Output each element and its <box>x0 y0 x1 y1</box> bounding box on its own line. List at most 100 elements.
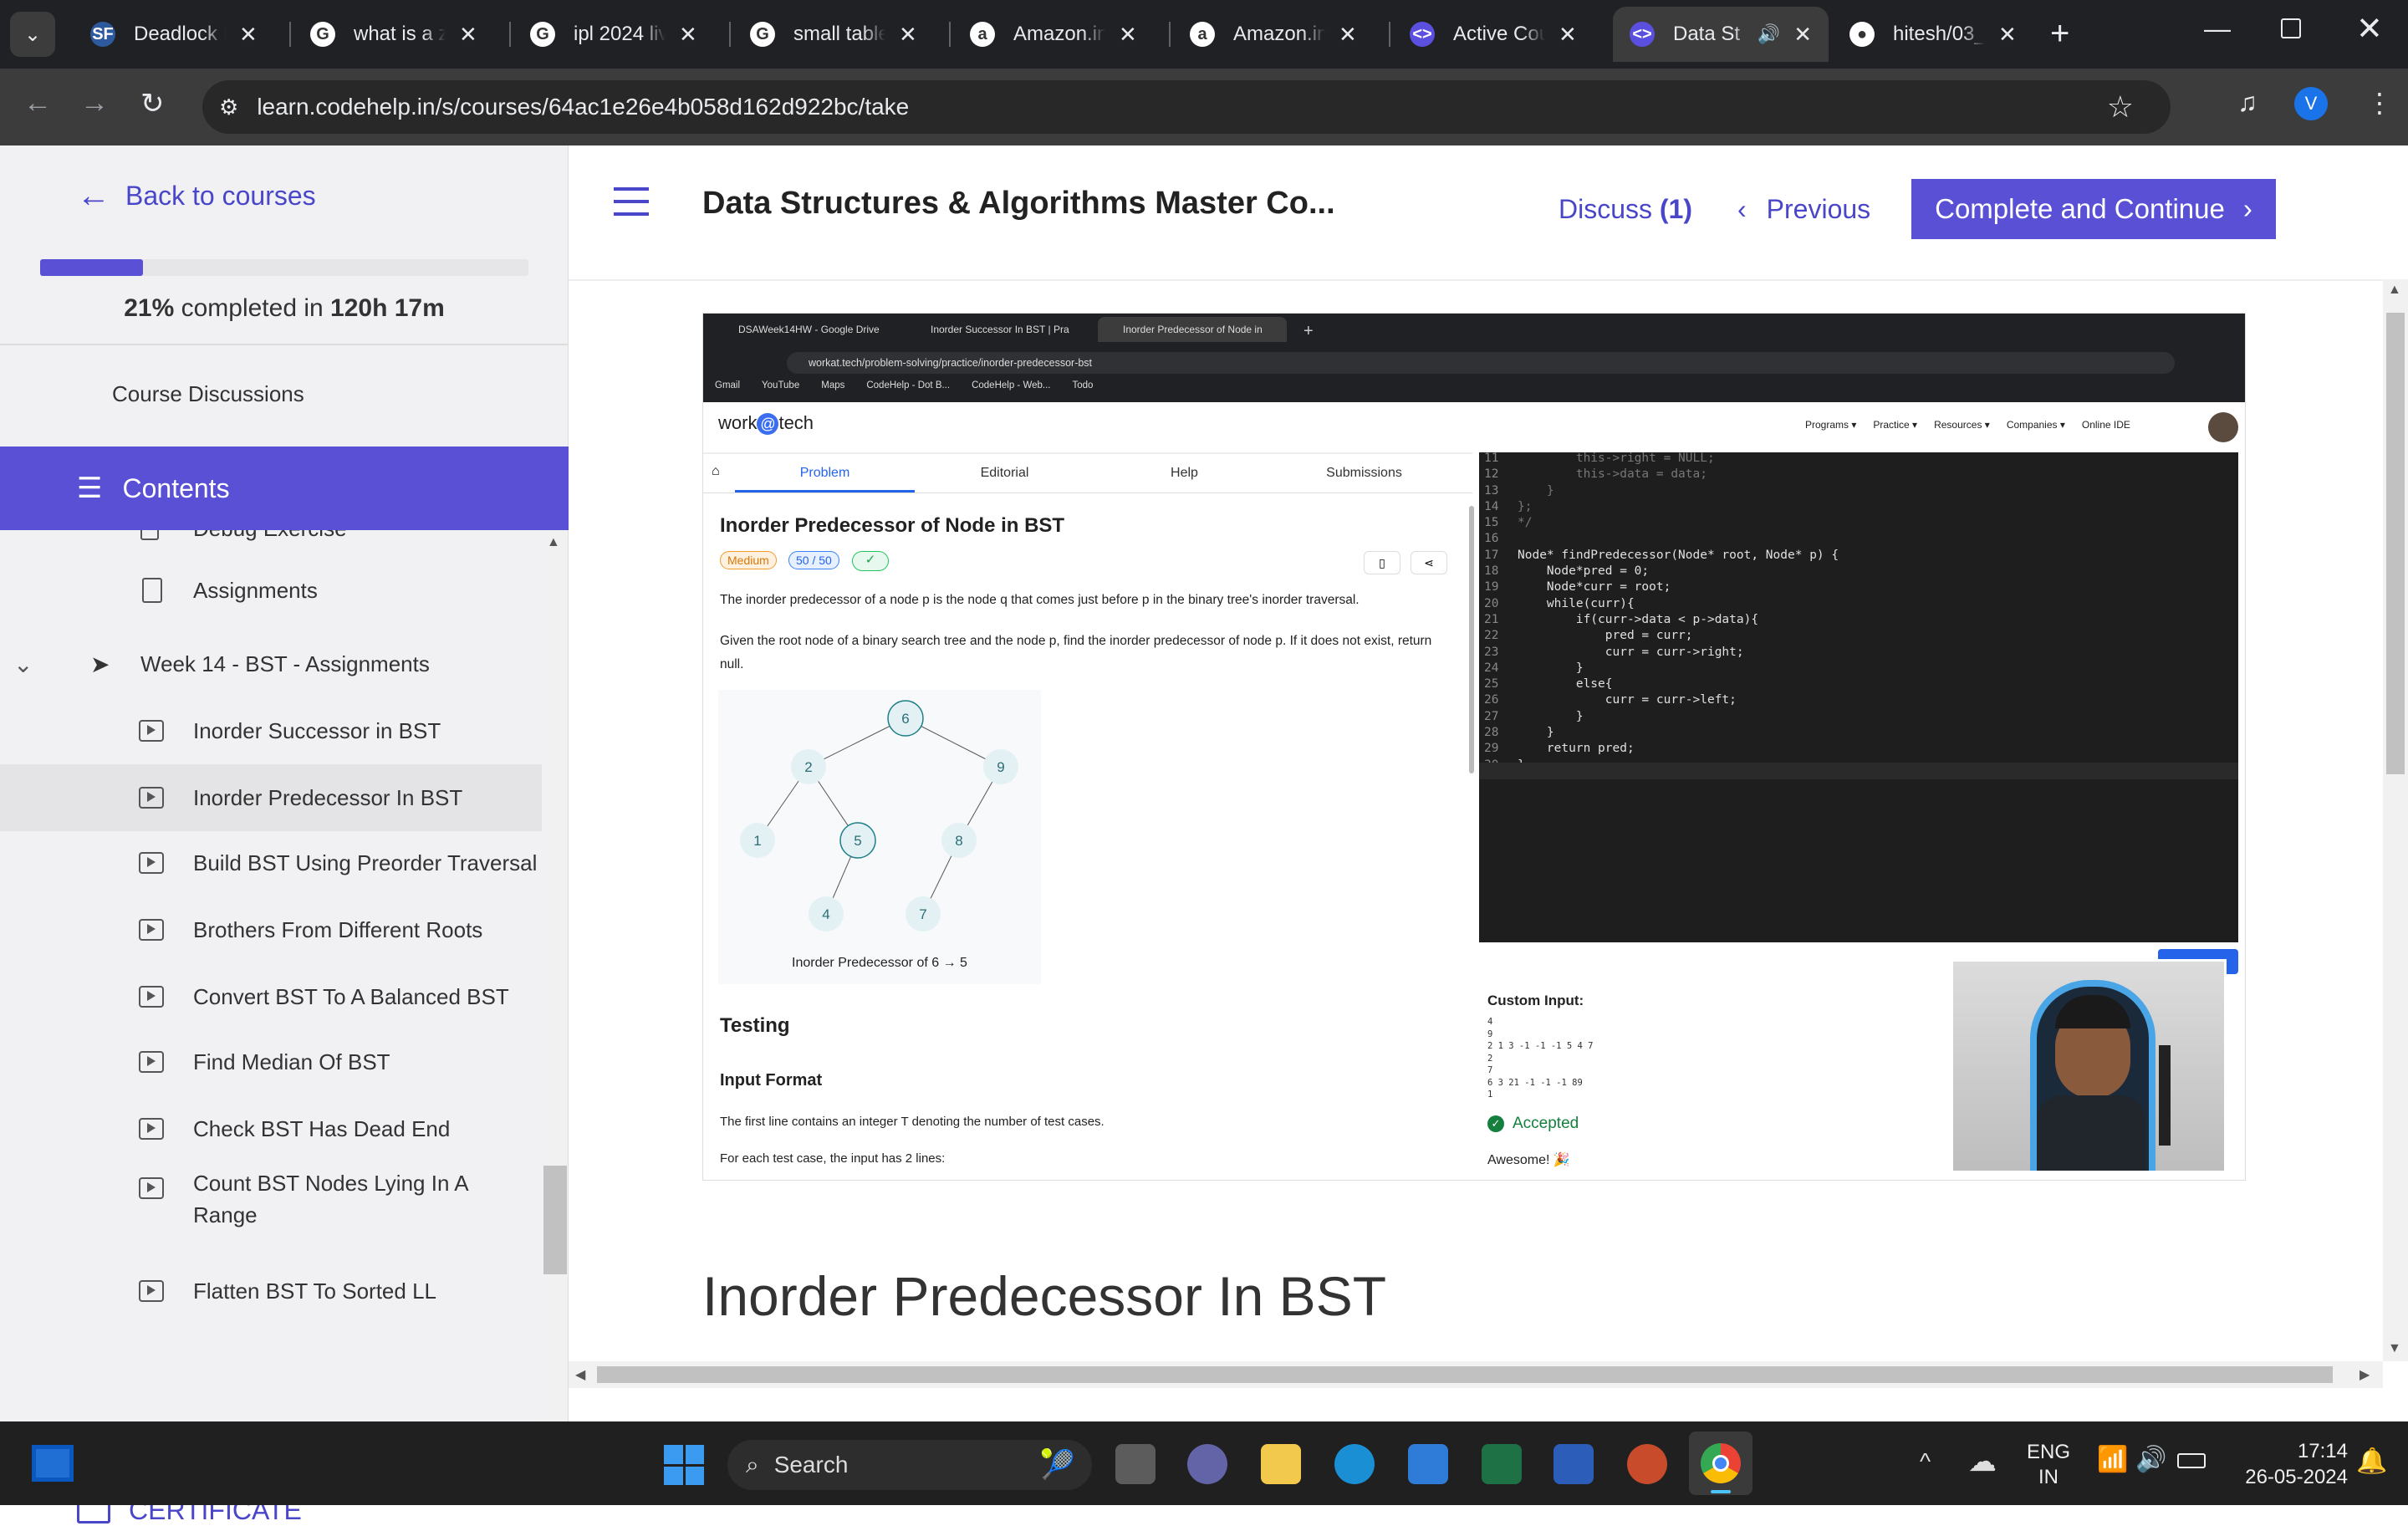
scrollbar-thumb[interactable] <box>2386 313 2405 774</box>
tab-title: what is a zo <box>354 23 446 45</box>
new-tab-button[interactable]: + <box>2050 15 2069 52</box>
close-tab-icon[interactable]: ✕ <box>239 22 258 48</box>
problem-tab: Submissions <box>1326 466 1402 480</box>
start-windows-icon[interactable] <box>664 1445 704 1485</box>
tab-title: Active Cou <box>1453 23 1545 45</box>
hamburger-menu-icon[interactable] <box>614 187 649 216</box>
close-window-button[interactable]: ✕ <box>2356 10 2383 48</box>
back-to-courses-link[interactable]: ← Back to courses <box>77 177 316 215</box>
back-arrow-icon[interactable]: ← <box>23 87 52 120</box>
close-tab-icon[interactable]: ✕ <box>1998 22 2017 48</box>
video-lesson-icon <box>139 986 164 1008</box>
workattech-nav: Programs ▾ Practice ▾ Resources ▾ Companies… <box>1805 419 2130 431</box>
excel-icon[interactable] <box>1482 1444 1522 1484</box>
address-bar[interactable]: ⚙ learn.codehelp.in/s/courses/64ac1e26e4… <box>202 80 2171 134</box>
tab-search-button[interactable]: ⌄ <box>10 12 55 57</box>
site-info-icon[interactable]: ⚙ <box>219 94 238 120</box>
sidebar-lesson-item[interactable]: Find Median Of BST <box>0 1028 542 1095</box>
browser-tab[interactable]: a Amazon.in: ✕ <box>953 7 1169 62</box>
discuss-link[interactable]: Discuss (1) <box>1559 194 1692 225</box>
chevron-right-icon: › <box>2242 193 2252 224</box>
sidebar-lesson-item[interactable]: Inorder Predecessor In BST <box>0 764 542 831</box>
browser-tab[interactable]: a Amazon.in: ✕ <box>1173 7 1389 62</box>
list-item[interactable]: Debug Exercise <box>0 530 542 554</box>
sidebar-lesson-item[interactable]: Flatten BST To Sorted LL <box>0 1258 542 1324</box>
close-tab-icon[interactable]: ✕ <box>679 22 697 48</box>
browser-tab[interactable]: Gipl 2024 liv ✕ <box>513 7 729 62</box>
restore-button[interactable] <box>2281 18 2301 38</box>
language-indicator[interactable]: ENG IN <box>2027 1440 2070 1490</box>
wifi-icon[interactable]: 📶 <box>2097 1445 2128 1474</box>
close-tab-icon[interactable]: ✕ <box>1793 22 1812 48</box>
media-control-icon[interactable]: ♫ <box>2237 87 2258 118</box>
notification-bell-icon[interactable]: 🔔 <box>2356 1447 2387 1476</box>
course-discussions-link[interactable]: Course Discussions <box>112 381 304 407</box>
complete-and-continue-button[interactable]: Complete and Continue › <box>1911 179 2276 239</box>
sidebar-lesson-item[interactable]: Convert BST To A Balanced BST <box>0 963 542 1030</box>
code-line: 18 Node*pred = 0; <box>1484 564 1650 579</box>
clock[interactable]: 17:14 26-05-2024 <box>2222 1438 2348 1490</box>
sidebar-lesson-item[interactable]: Brothers From Different Roots <box>0 896 542 963</box>
sidebar-lesson-item[interactable]: Inorder Successor in BST <box>0 697 542 764</box>
sidebar-item-assignments[interactable]: Assignments <box>0 565 542 615</box>
sidebar-lesson-item[interactable]: Count BST Nodes Lying In A Range <box>0 1162 542 1246</box>
lesson-label: Inorder Predecessor In BST <box>193 784 463 810</box>
lesson-video[interactable]: DSAWeek14HW - Google Drive Inorder Succes… <box>702 313 2246 1181</box>
battery-icon[interactable] <box>2177 1453 2206 1468</box>
scrollbar-thumb[interactable] <box>543 1166 567 1274</box>
menu-kebab-icon[interactable]: ⋮ <box>2366 87 2393 119</box>
close-tab-icon[interactable]: ✕ <box>1339 22 1357 48</box>
browser-tab[interactable]: <> Active Cou ✕ <box>1393 7 1609 62</box>
teams-chat-icon[interactable] <box>1187 1444 1227 1484</box>
taskbar-search[interactable]: ⌕ Search 🎾 <box>727 1440 1092 1490</box>
task-view-icon[interactable] <box>1115 1444 1156 1484</box>
profile-avatar[interactable]: V <box>2294 87 2328 120</box>
main-horizontal-scrollbar[interactable]: ◀ ▶ <box>569 1361 2383 1388</box>
close-tab-icon[interactable]: ✕ <box>899 22 917 48</box>
browser-tab[interactable]: ● hitesh/03_l ✕ <box>1833 7 2048 62</box>
speaker-icon[interactable]: 🔊 <box>1758 23 1780 45</box>
week-section-header[interactable]: ⌄ ➤ Week 14 - BST - Assignments <box>0 632 542 696</box>
reload-icon[interactable]: ↻ <box>140 87 165 120</box>
code-line: 15 */ <box>1484 516 1533 530</box>
forward-arrow-icon[interactable]: → <box>80 87 109 120</box>
problem-description-2: Given the root node of a binary search t… <box>720 634 1432 671</box>
onedrive-cloud-icon[interactable]: ☁ <box>1968 1445 1997 1478</box>
share-icon[interactable]: ⋖ <box>1411 551 1447 574</box>
custom-input-line: 6 3 21 -1 -1 -1 89 <box>1487 1077 1583 1088</box>
contents-header[interactable]: ☰ Contents <box>0 447 569 530</box>
amazon-icon: a <box>1190 22 1215 47</box>
browser-tab[interactable]: Gsmall table ✕ <box>733 7 949 62</box>
browser-tab[interactable]: Gwhat is a zo ✕ <box>293 7 509 62</box>
tab-title: small table <box>793 23 885 45</box>
code-editor[interactable]: 11 this->right = NULL; 12 this->data = da… <box>1479 452 2238 942</box>
chrome-taskbar-button[interactable] <box>1689 1432 1752 1495</box>
close-tab-icon[interactable]: ✕ <box>1559 22 1577 48</box>
sidebar-scrollbar[interactable]: ▲ ▼ <box>543 530 567 1473</box>
close-tab-icon[interactable]: ✕ <box>1119 22 1137 48</box>
bookmark-star-icon[interactable]: ☆ <box>2107 89 2134 125</box>
code-line: 11 this->right = NULL; <box>1484 452 1715 465</box>
custom-input-box[interactable]: 49 2 1 3 -1 -1 -1 5 4 7 27 6 3 21 -1 -1 -1 … <box>1487 1016 1939 1101</box>
previous-button[interactable]: ‹ Previous <box>1737 194 1870 225</box>
word-icon[interactable] <box>1553 1444 1594 1484</box>
scrollbar-thumb[interactable] <box>597 1366 2333 1383</box>
main-vertical-scrollbar[interactable]: ▲ ▼ <box>2383 279 2408 1361</box>
widgets-icon[interactable] <box>32 1445 74 1482</box>
minimize-button[interactable]: — <box>2204 13 2231 44</box>
volume-icon[interactable]: 🔊 <box>2135 1445 2166 1474</box>
file-explorer-icon[interactable] <box>1261 1444 1301 1484</box>
bookmark-icon[interactable]: ▯ <box>1364 551 1400 574</box>
browser-tab[interactable]: <> Data St 🔊 ✕ <box>1613 7 1829 62</box>
browser-tab[interactable]: SF Deadlock P ✕ <box>74 7 289 62</box>
sidebar-lesson-item[interactable]: Check BST Has Dead End <box>0 1095 542 1162</box>
edge-browser-icon[interactable] <box>1334 1444 1375 1484</box>
input-format-heading: Input Format <box>720 1071 823 1090</box>
video-browser-tab: Inorder Predecessor of Node in <box>1098 317 1287 342</box>
powerpoint-icon[interactable] <box>1627 1444 1667 1484</box>
code-line: 29 return pred; <box>1484 742 1635 756</box>
close-tab-icon[interactable]: ✕ <box>459 22 477 48</box>
sidebar-lesson-item[interactable]: Build BST Using Preorder Traversal <box>0 829 542 896</box>
microsoft-store-icon[interactable] <box>1408 1444 1448 1484</box>
chevron-up-icon[interactable]: ^ <box>1920 1448 1931 1475</box>
